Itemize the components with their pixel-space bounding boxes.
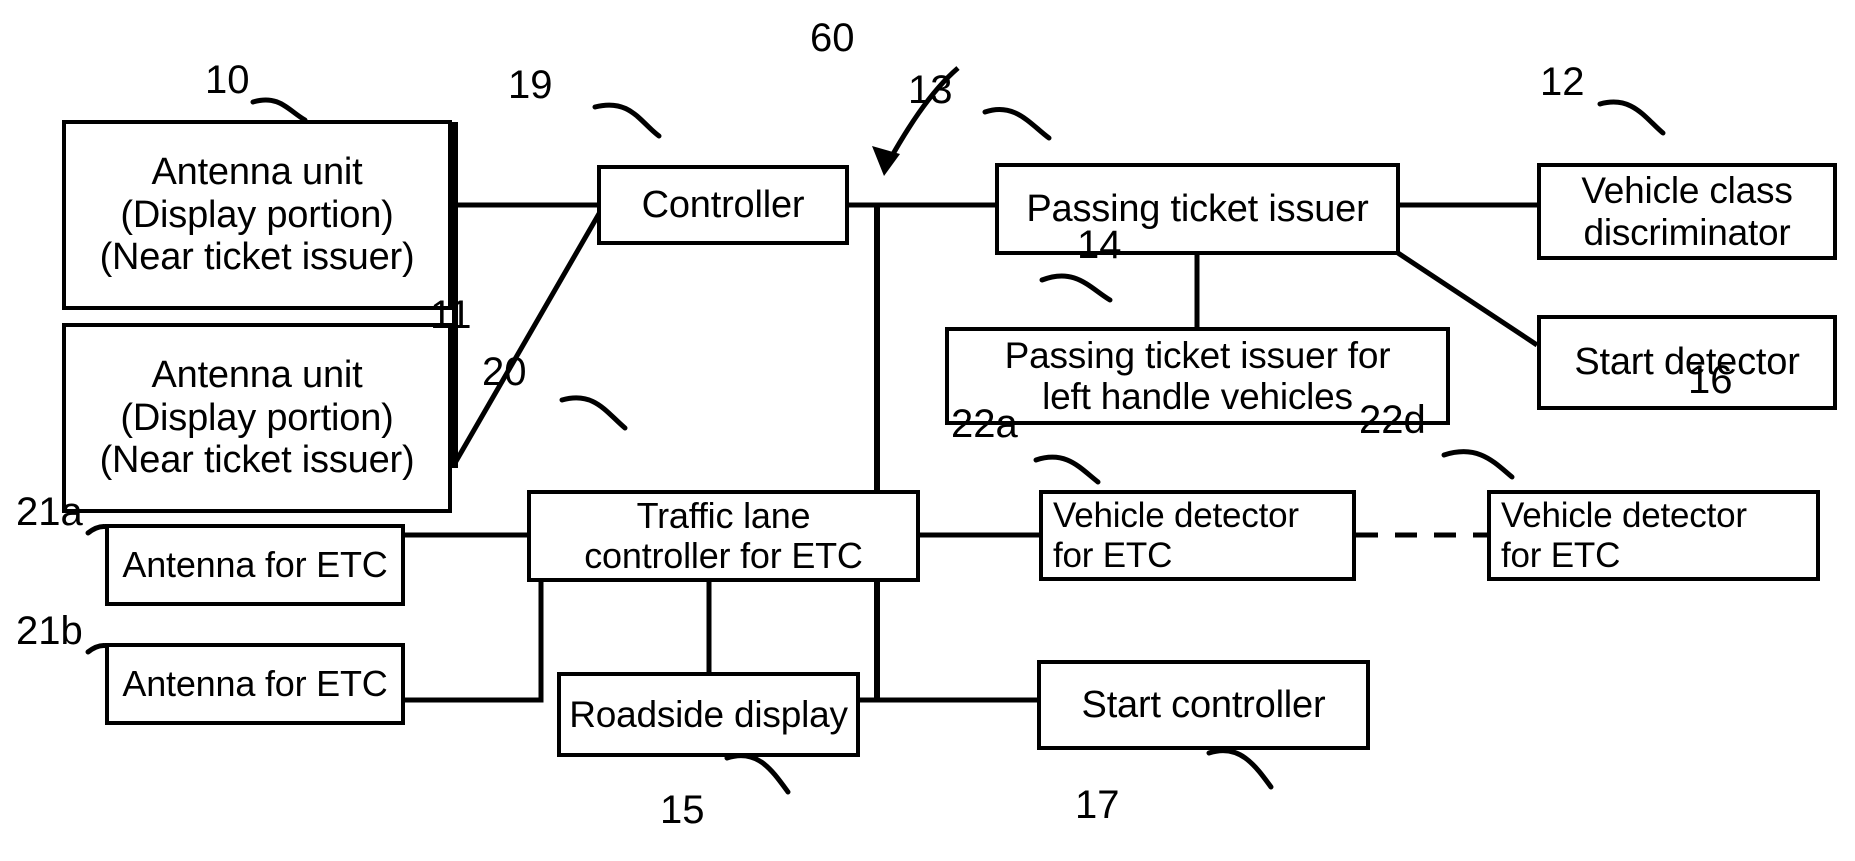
ref-label-20: 20 bbox=[482, 350, 527, 394]
ref-label-60: 60 bbox=[810, 16, 855, 60]
lead-line-14 bbox=[1039, 273, 1113, 303]
node-line: (Display portion) bbox=[120, 396, 394, 439]
ref-label-22d: 22d bbox=[1359, 398, 1426, 442]
ref-label-17: 17 bbox=[1075, 783, 1120, 827]
node-line: (Near ticket issuer) bbox=[99, 439, 415, 482]
node-line: Antenna unit bbox=[151, 151, 363, 194]
node-line: Antenna unit bbox=[151, 354, 363, 397]
node-line: left handle vehicles bbox=[1042, 376, 1353, 417]
node-line: Start controller bbox=[1081, 683, 1326, 726]
ref-label-10: 10 bbox=[205, 58, 250, 102]
lead-line-20 bbox=[559, 395, 628, 431]
node-line: Antenna for ETC bbox=[122, 543, 388, 585]
node-line: for ETC bbox=[1501, 535, 1621, 575]
ref-label-12: 12 bbox=[1540, 60, 1585, 104]
node-line: for ETC bbox=[1053, 535, 1173, 575]
node-line: Traffic lane bbox=[636, 494, 811, 536]
node-line: Antenna for ETC bbox=[122, 662, 388, 704]
node-vehicle-detector-for-etc-a[interactable]: Vehicle detector for ETC bbox=[1039, 490, 1356, 581]
node-line: Controller bbox=[641, 183, 805, 226]
node-controller[interactable]: Controller bbox=[597, 165, 849, 245]
node-line: controller for ETC bbox=[584, 535, 863, 576]
wire-antenna-lower-to-controller bbox=[452, 210, 603, 465]
node-start-controller[interactable]: Start controller bbox=[1037, 660, 1370, 750]
ref-label-14: 14 bbox=[1077, 223, 1122, 267]
node-line: discriminator bbox=[1583, 211, 1791, 253]
lead-line-22a bbox=[1033, 454, 1101, 485]
wire-lane-controller-to-antenna-etc-b bbox=[405, 582, 544, 703]
node-antenna-for-etc-b[interactable]: Antenna for ETC bbox=[105, 643, 405, 725]
node-vehicle-detector-for-etc-d[interactable]: Vehicle detector for ETC bbox=[1487, 490, 1820, 581]
node-line: Vehicle detector bbox=[1053, 496, 1299, 536]
ref-label-19: 19 bbox=[508, 63, 553, 107]
ref-label-15: 15 bbox=[660, 788, 705, 832]
node-line: Vehicle detector bbox=[1501, 496, 1747, 536]
lead-line-15 bbox=[724, 753, 791, 795]
arrowhead-60 bbox=[872, 146, 900, 176]
node-start-detector[interactable]: Start detector bbox=[1537, 315, 1837, 410]
node-antenna-unit-upper[interactable]: Antenna unit (Display portion) (Near tic… bbox=[62, 120, 452, 310]
node-line: (Near ticket issuer) bbox=[99, 236, 415, 279]
node-line: (Display portion) bbox=[120, 193, 394, 236]
lead-line-10 bbox=[250, 97, 308, 123]
lead-line-19 bbox=[592, 102, 662, 139]
ref-label-13: 13 bbox=[908, 68, 953, 112]
lead-line-17 bbox=[1206, 748, 1274, 790]
ref-label-11: 11 bbox=[430, 293, 472, 337]
ref-label-22a: 22a bbox=[951, 402, 1018, 446]
node-line: Vehicle class bbox=[1581, 170, 1793, 212]
ref-label-21a: 21a bbox=[16, 490, 83, 534]
node-line: Roadside display bbox=[569, 693, 848, 735]
node-traffic-lane-controller-etc[interactable]: Traffic lane controller for ETC bbox=[527, 490, 920, 582]
node-roadside-display[interactable]: Roadside display bbox=[557, 672, 860, 757]
node-antenna-unit-lower[interactable]: Antenna unit (Display portion) (Near tic… bbox=[62, 323, 452, 513]
node-antenna-for-etc-a[interactable]: Antenna for ETC bbox=[105, 524, 405, 606]
node-passing-ticket-issuer[interactable]: Passing ticket issuer bbox=[995, 163, 1400, 255]
node-vehicle-class-discriminator[interactable]: Vehicle class discriminator bbox=[1537, 163, 1837, 260]
node-line: Passing ticket issuer for bbox=[1004, 334, 1391, 376]
ref-label-21b: 21b bbox=[16, 609, 83, 653]
lead-line-22d bbox=[1441, 449, 1515, 480]
patent-figure-canvas: 10 19 60 13 12 14 11 16 20 22a 22d 21a 2… bbox=[0, 0, 1855, 861]
node-line: Start detector bbox=[1574, 341, 1800, 384]
ref-label-16: 16 bbox=[1688, 358, 1733, 402]
lead-line-12 bbox=[1597, 99, 1666, 136]
lead-line-13 bbox=[982, 107, 1052, 141]
